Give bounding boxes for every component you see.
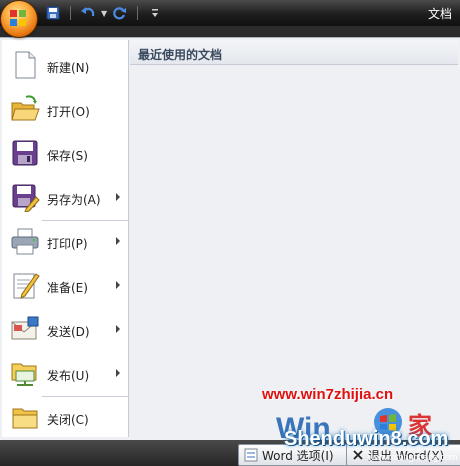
qat-save-button[interactable] [44,4,62,22]
watermark-site-text: www.win7zhijia.cn [262,386,394,403]
menu-item-label: 打开(O) [47,105,90,119]
menu-item-label: 发布(U) [47,369,90,383]
menu-separator [42,396,128,397]
open-folder-icon [11,95,40,121]
recent-documents-header: 最近使用的文档 [130,40,458,65]
office-menu-commands: 新建(N) 打开(O) 保存(S) 另存为(A) 打印(P) 准备(E) 发送(… [2,40,129,437]
qat-redo-button[interactable] [111,4,129,22]
title-bar: ▼ 文档 [0,0,460,26]
office-logo-icon [10,10,28,28]
send-mail-icon [11,316,39,340]
menu-item-publish[interactable]: 发布(U) [2,354,128,394]
menu-item-label: 另存为(A) [47,193,101,207]
menu-item-label: 新建(N) [47,61,90,75]
close-folder-icon [12,408,38,429]
submenu-arrow-icon [116,193,120,201]
customize-qat-icon [152,9,159,17]
undo-dropdown-icon[interactable]: ▼ [101,9,107,18]
menu-item-prepare[interactable]: 准备(E) [2,266,128,306]
menu-item-close[interactable]: 关闭(C) [2,398,128,438]
printer-icon [11,228,39,255]
menu-item-label: 保存(S) [47,149,88,163]
office-button[interactable] [1,1,37,37]
new-document-icon [15,51,36,79]
menu-item-open[interactable]: 打开(O) [2,90,128,130]
menu-item-new[interactable]: 新建(N) [2,46,128,86]
menu-item-label: 关闭(C) [47,413,89,427]
watermark-site-text-2: Shenduwin8.com [284,428,449,450]
qat-separator [70,6,71,20]
word-options-icon [244,448,258,462]
prepare-pen-icon [13,273,40,299]
menu-separator [42,220,128,221]
qat-undo-button[interactable] [79,4,97,22]
recent-documents-pane: 最近使用的文档 [130,40,458,437]
window-title: 文档 [427,7,452,21]
submenu-arrow-icon [116,369,120,377]
menu-item-label: 发送(D) [47,325,90,339]
undo-icon [81,7,95,17]
submenu-arrow-icon [116,237,120,245]
office-menu: 新建(N) 打开(O) 保存(S) 另存为(A) 打印(P) 准备(E) 发送(… [0,37,460,441]
menu-item-send[interactable]: 发送(D) [2,310,128,350]
watermark-small-text: www.xitongcheng.com [368,452,458,462]
submenu-arrow-icon [116,325,120,333]
publish-folder-icon [11,363,37,386]
recent-documents-title: 最近使用的文档 [138,48,223,62]
quick-access-toolbar: ▼ [44,3,164,23]
qat-customize-button[interactable] [146,4,164,22]
save-icon [46,6,60,20]
save-disk-icon [12,140,38,166]
redo-icon [113,7,127,20]
menu-item-save-as[interactable]: 另存为(A) [2,178,128,218]
submenu-arrow-icon [116,281,120,289]
save-as-icon [12,184,40,212]
menu-item-label: 准备(E) [47,281,88,295]
menu-item-print[interactable]: 打印(P) [2,222,128,262]
menu-item-label: 打印(P) [47,237,88,251]
qat-separator [137,6,139,20]
menu-item-save[interactable]: 保存(S) [2,134,128,174]
